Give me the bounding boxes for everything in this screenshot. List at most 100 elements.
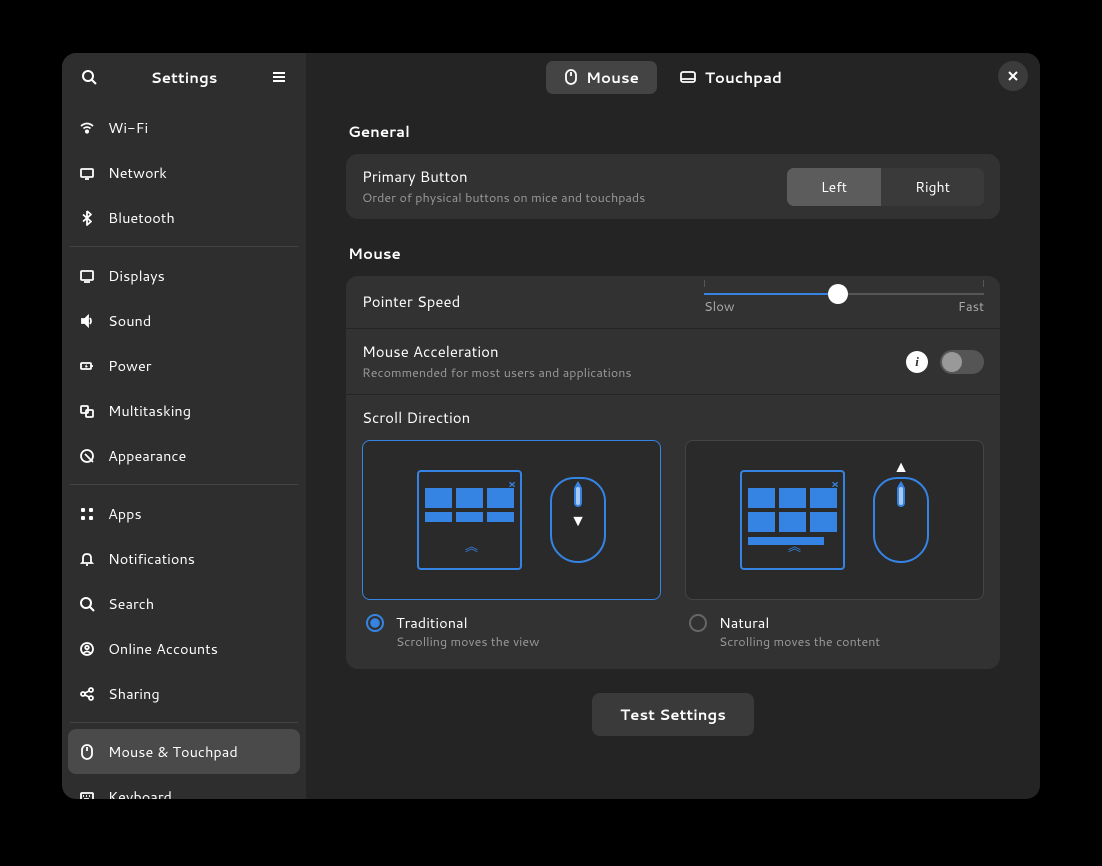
sidebar-item-label: Search [108, 593, 154, 614]
sidebar-item-label: Keyboard [108, 786, 172, 799]
sidebar-item-bluetooth[interactable]: Bluetooth [68, 195, 300, 240]
sidebar-item-displays[interactable]: Displays [68, 253, 300, 298]
row-title: Pointer Speed [362, 291, 704, 312]
keyboard-icon [78, 788, 96, 800]
row-title: Mouse Acceleration [362, 341, 906, 362]
search-button[interactable] [72, 60, 106, 94]
network-icon [78, 164, 96, 182]
sidebar-item-sharing[interactable]: Sharing [68, 671, 300, 716]
test-settings-button[interactable]: Test Settings [592, 693, 754, 736]
sidebar-separator [70, 246, 298, 247]
scroll-option-label: Traditional [396, 612, 539, 633]
sidebar-item-multitasking[interactable]: Multitasking [68, 388, 300, 433]
sidebar-item-network[interactable]: Network [68, 150, 300, 195]
scroll-option-natural[interactable]: × ︽ ▲ [685, 440, 984, 651]
sound-icon [78, 312, 96, 330]
primary-button-segmented: Left Right [787, 168, 984, 206]
mouse-icon [564, 68, 578, 86]
sidebar: Settings Wi-Fi Network Bluetooth Display… [62, 53, 306, 799]
sidebar-item-apps[interactable]: Apps [68, 491, 300, 536]
slider-label-slow: Slow [704, 298, 735, 316]
tab-touchpad[interactable]: Touchpad [661, 61, 800, 94]
sidebar-item-label: Sharing [108, 683, 160, 704]
wifi-icon [78, 119, 96, 137]
scroll-option-traditional[interactable]: × ︽ ▼ [362, 440, 661, 651]
tab-label: Touchpad [705, 67, 782, 88]
apps-icon [78, 505, 96, 523]
sidebar-item-label: Apps [108, 503, 142, 524]
sidebar-item-search[interactable]: Search [68, 581, 300, 626]
sidebar-item-label: Appearance [108, 445, 186, 466]
accounts-icon [78, 640, 96, 658]
sidebar-item-label: Network [108, 162, 167, 183]
sidebar-item-sound[interactable]: Sound [68, 298, 300, 343]
power-icon [78, 357, 96, 375]
row-text: Mouse Acceleration Recommended for most … [362, 341, 906, 382]
scroll-option-sub: Scrolling moves the view [396, 633, 539, 651]
radio-natural[interactable] [689, 614, 707, 632]
search-icon [78, 595, 96, 613]
scroll-option-label: Natural [719, 612, 880, 633]
displays-icon [78, 267, 96, 285]
info-icon[interactable]: i [906, 351, 928, 373]
mouse-icon [78, 743, 96, 761]
row-subtitle: Order of physical buttons on mice and to… [362, 189, 787, 207]
sidebar-item-label: Bluetooth [108, 207, 175, 228]
sidebar-separator [70, 484, 298, 485]
appearance-icon [78, 447, 96, 465]
row-mouse-acceleration: Mouse Acceleration Recommended for most … [346, 329, 1000, 395]
close-icon [1007, 70, 1019, 82]
hamburger-menu-button[interactable] [262, 60, 296, 94]
sharing-icon [78, 685, 96, 703]
scroll-option-sub: Scrolling moves the content [719, 633, 880, 651]
radio-traditional[interactable] [366, 614, 384, 632]
sidebar-item-label: Notifications [108, 548, 195, 569]
close-button[interactable] [998, 61, 1028, 91]
arrow-down-icon: ▼ [570, 509, 586, 532]
row-pointer-speed: Pointer Speed Slow Fast [346, 276, 1000, 329]
row-primary-button: Primary Button Order of physical buttons… [346, 154, 1000, 219]
switch-knob [942, 352, 962, 372]
sidebar-item-online-accounts[interactable]: Online Accounts [68, 626, 300, 671]
sidebar-item-label: Mouse & Touchpad [108, 741, 238, 762]
slider-label-fast: Fast [958, 298, 984, 316]
section-title-general: General [348, 121, 1000, 142]
hamburger-icon [271, 69, 287, 85]
row-title: Scroll Direction [362, 407, 984, 428]
primary-button-right[interactable]: Right [881, 168, 984, 206]
content: General Primary Button Order of physical… [306, 101, 1040, 799]
scroll-preview-natural: × ︽ ▲ [685, 440, 984, 600]
sidebar-item-label: Online Accounts [108, 638, 218, 659]
section-title-mouse: Mouse [348, 243, 1000, 264]
bluetooth-icon [78, 209, 96, 227]
row-text: Primary Button Order of physical buttons… [362, 166, 787, 207]
sidebar-item-label: Wi-Fi [108, 117, 148, 138]
card-mouse: Pointer Speed Slow Fast [346, 276, 1000, 669]
scroll-preview-traditional: × ︽ ▼ [362, 440, 661, 600]
sidebar-item-wifi[interactable]: Wi-Fi [68, 105, 300, 150]
main-panel: Mouse Touchpad General Primary Button Or… [306, 53, 1040, 799]
row-subtitle: Recommended for most users and applicati… [362, 364, 906, 382]
sidebar-separator [70, 722, 298, 723]
sidebar-item-appearance[interactable]: Appearance [68, 433, 300, 478]
tab-label: Mouse [586, 67, 639, 88]
sidebar-item-keyboard[interactable]: Keyboard [68, 774, 300, 799]
main-header: Mouse Touchpad [306, 53, 1040, 101]
mouse-acceleration-switch[interactable] [940, 350, 984, 374]
sidebar-item-notifications[interactable]: Notifications [68, 536, 300, 581]
sidebar-list: Wi-Fi Network Bluetooth Displays Sound [62, 101, 306, 799]
sidebar-item-power[interactable]: Power [68, 343, 300, 388]
row-title: Primary Button [362, 166, 787, 187]
sidebar-item-label: Power [108, 355, 151, 376]
multitasking-icon [78, 402, 96, 420]
sidebar-item-mouse-touchpad[interactable]: Mouse & Touchpad [68, 729, 300, 774]
sidebar-item-label: Displays [108, 265, 165, 286]
tab-mouse[interactable]: Mouse [546, 61, 657, 94]
sidebar-title: Settings [106, 67, 262, 88]
pointer-speed-slider[interactable]: Slow Fast [704, 288, 984, 316]
sidebar-header: Settings [62, 53, 306, 101]
arrow-up-icon: ▲ [893, 455, 909, 478]
primary-button-left[interactable]: Left [787, 168, 881, 206]
search-icon [81, 69, 97, 85]
card-general: Primary Button Order of physical buttons… [346, 154, 1000, 219]
